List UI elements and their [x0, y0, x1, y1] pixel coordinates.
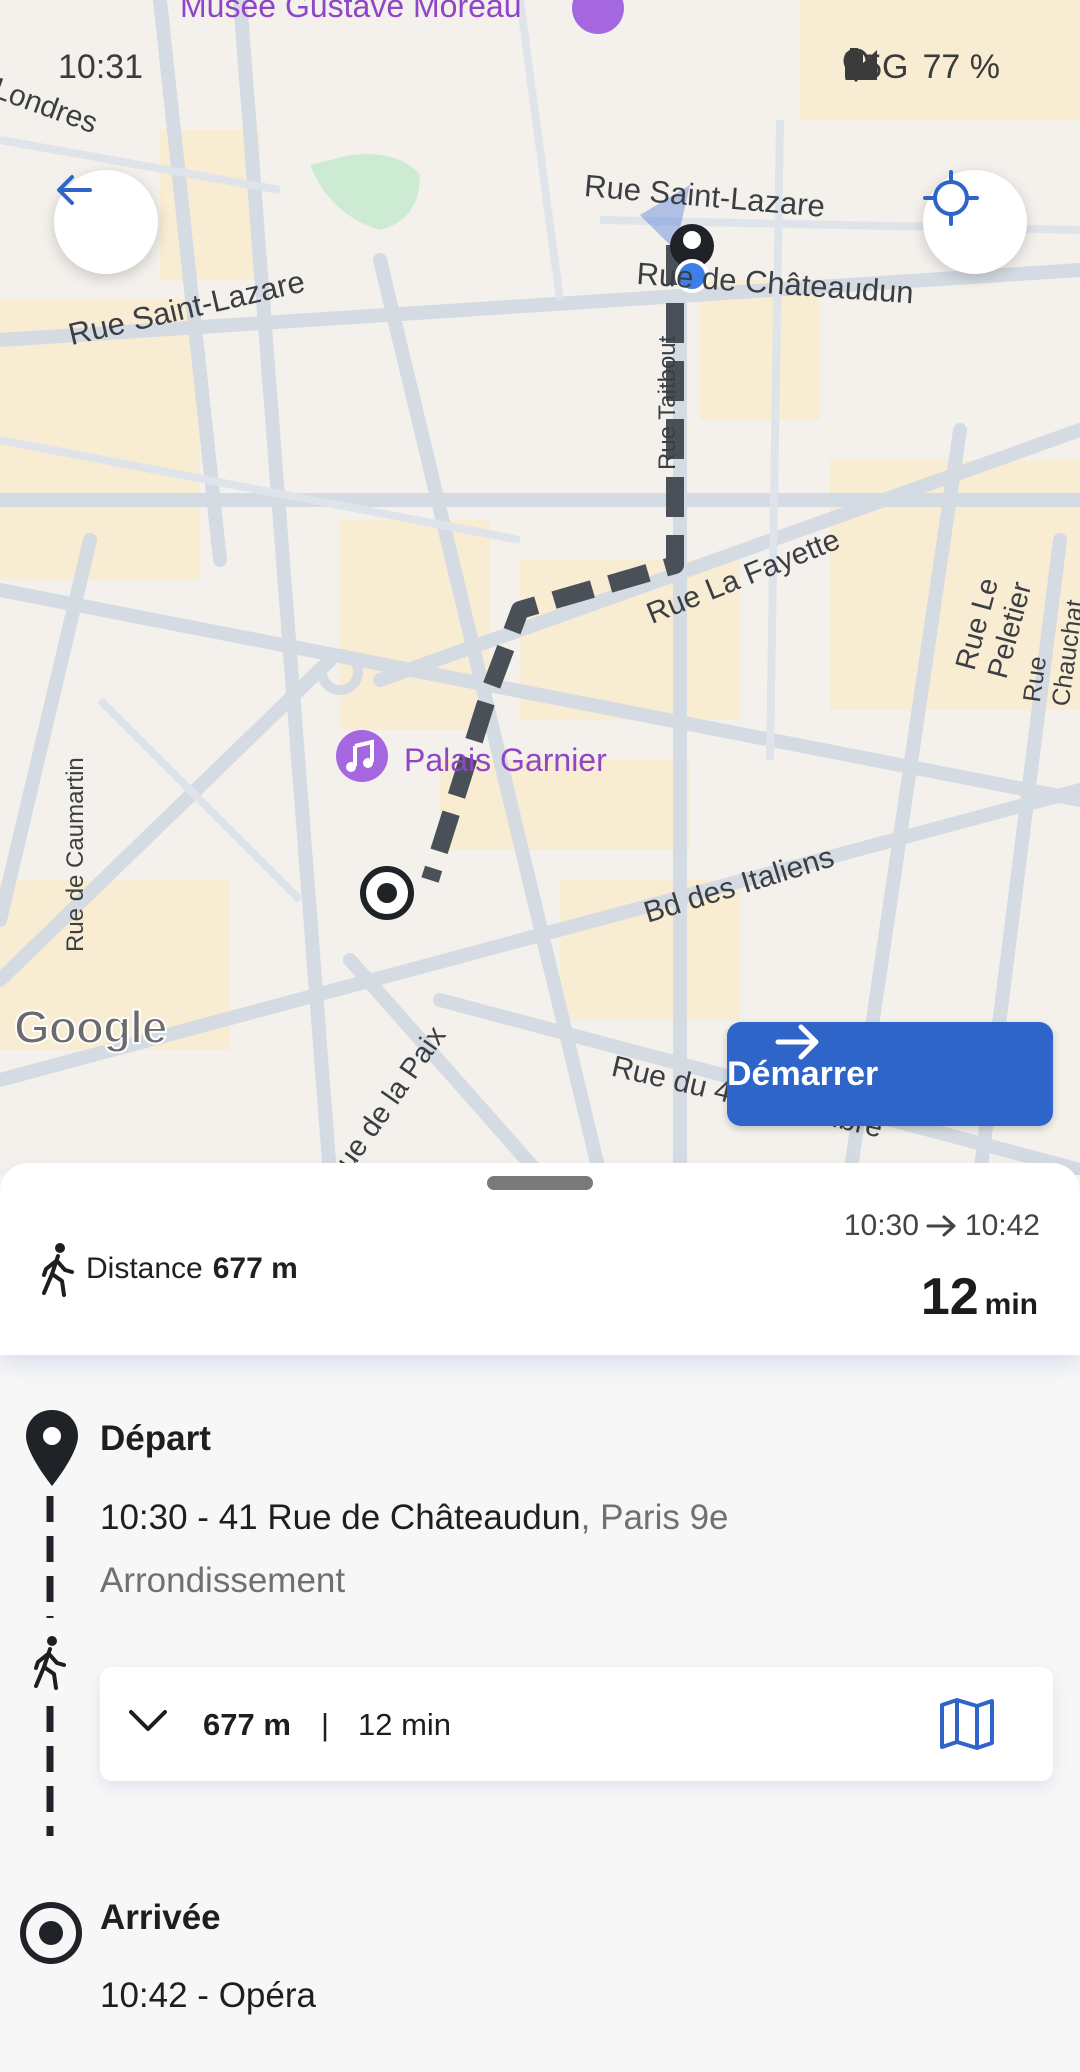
- time-arrow-icon: [926, 1215, 956, 1237]
- departure-sep: ,: [580, 1498, 601, 1537]
- duration-unit: min: [984, 1288, 1038, 1321]
- street-label-taitbout: Rue Taitbout: [654, 335, 681, 470]
- street-label-caumartin: Rue de Caumartin: [62, 757, 89, 952]
- start-navigation-button[interactable]: Démarrer: [727, 1022, 1053, 1126]
- pedestrian-icon: [42, 1243, 74, 1297]
- arrival-title: Arrivée: [100, 1898, 221, 1937]
- sheet-drag-handle[interactable]: [487, 1176, 593, 1190]
- departure-address-line2: Arrondissement: [100, 1561, 346, 1600]
- depart-time: 10:30: [843, 1209, 919, 1242]
- battery-level: 77 %: [922, 48, 1001, 86]
- back-button[interactable]: [54, 170, 158, 274]
- trip-duration: 12 min: [921, 1267, 1038, 1327]
- arrow-left-icon: [57, 175, 92, 205]
- distance-value: 677 m: [212, 1252, 298, 1285]
- distance-label: Distance: [86, 1252, 203, 1285]
- leg-duration: 12 min: [358, 1707, 452, 1742]
- status-time: 10:31: [58, 48, 144, 86]
- departure-tail: Paris 9e: [600, 1498, 729, 1537]
- poi-label-musee[interactable]: Musée Gustave Moreau: [180, 0, 522, 25]
- leg-distance: 677 m: [203, 1707, 291, 1742]
- leg-separator: |: [321, 1707, 330, 1742]
- departure-main: 10:30 - 41 Rue de Châteaudun: [100, 1498, 581, 1537]
- arrive-time: 10:42: [964, 1209, 1040, 1242]
- battery-icon: [845, 48, 864, 80]
- arrival-line: 10:42 - Opéra: [100, 1976, 316, 2015]
- departure-pin-icon: [26, 1410, 78, 1486]
- departure-address: 10:30 - 41 Rue de Châteaudun, Paris 9e: [100, 1498, 729, 1538]
- departure-title: Départ: [100, 1419, 211, 1458]
- google-logo: Google: [13, 1000, 168, 1054]
- map-canvas[interactable]: [0, 0, 1080, 1175]
- chevron-down-icon[interactable]: [128, 1707, 168, 1735]
- crosshair-icon: [923, 170, 979, 226]
- time-range: 10:30 10:42: [844, 1209, 1040, 1243]
- route-summary-sheet[interactable]: Distance 677 m 10:30 10:42 12 min: [0, 1163, 1080, 1355]
- distance-row: Distance 677 m: [34, 1241, 298, 1297]
- map-view[interactable]: Londres Rue Saint-Lazare Rue Saint-Lazar…: [0, 0, 1080, 1175]
- status-bar: 10:31 5G 77 %: [0, 48, 1080, 88]
- duration-value: 12: [920, 1268, 979, 1326]
- walk-leg-icon: [34, 1636, 66, 1690]
- walking-leg-card[interactable]: 677 m | 12 min: [100, 1667, 1053, 1781]
- map-icon[interactable]: [939, 1697, 995, 1751]
- recenter-button[interactable]: [923, 170, 1027, 274]
- arrow-right-icon: [775, 1024, 819, 1060]
- arrival-target-icon: [20, 1902, 82, 1964]
- poi-label-palais-garnier[interactable]: Palais Garnier: [404, 742, 607, 779]
